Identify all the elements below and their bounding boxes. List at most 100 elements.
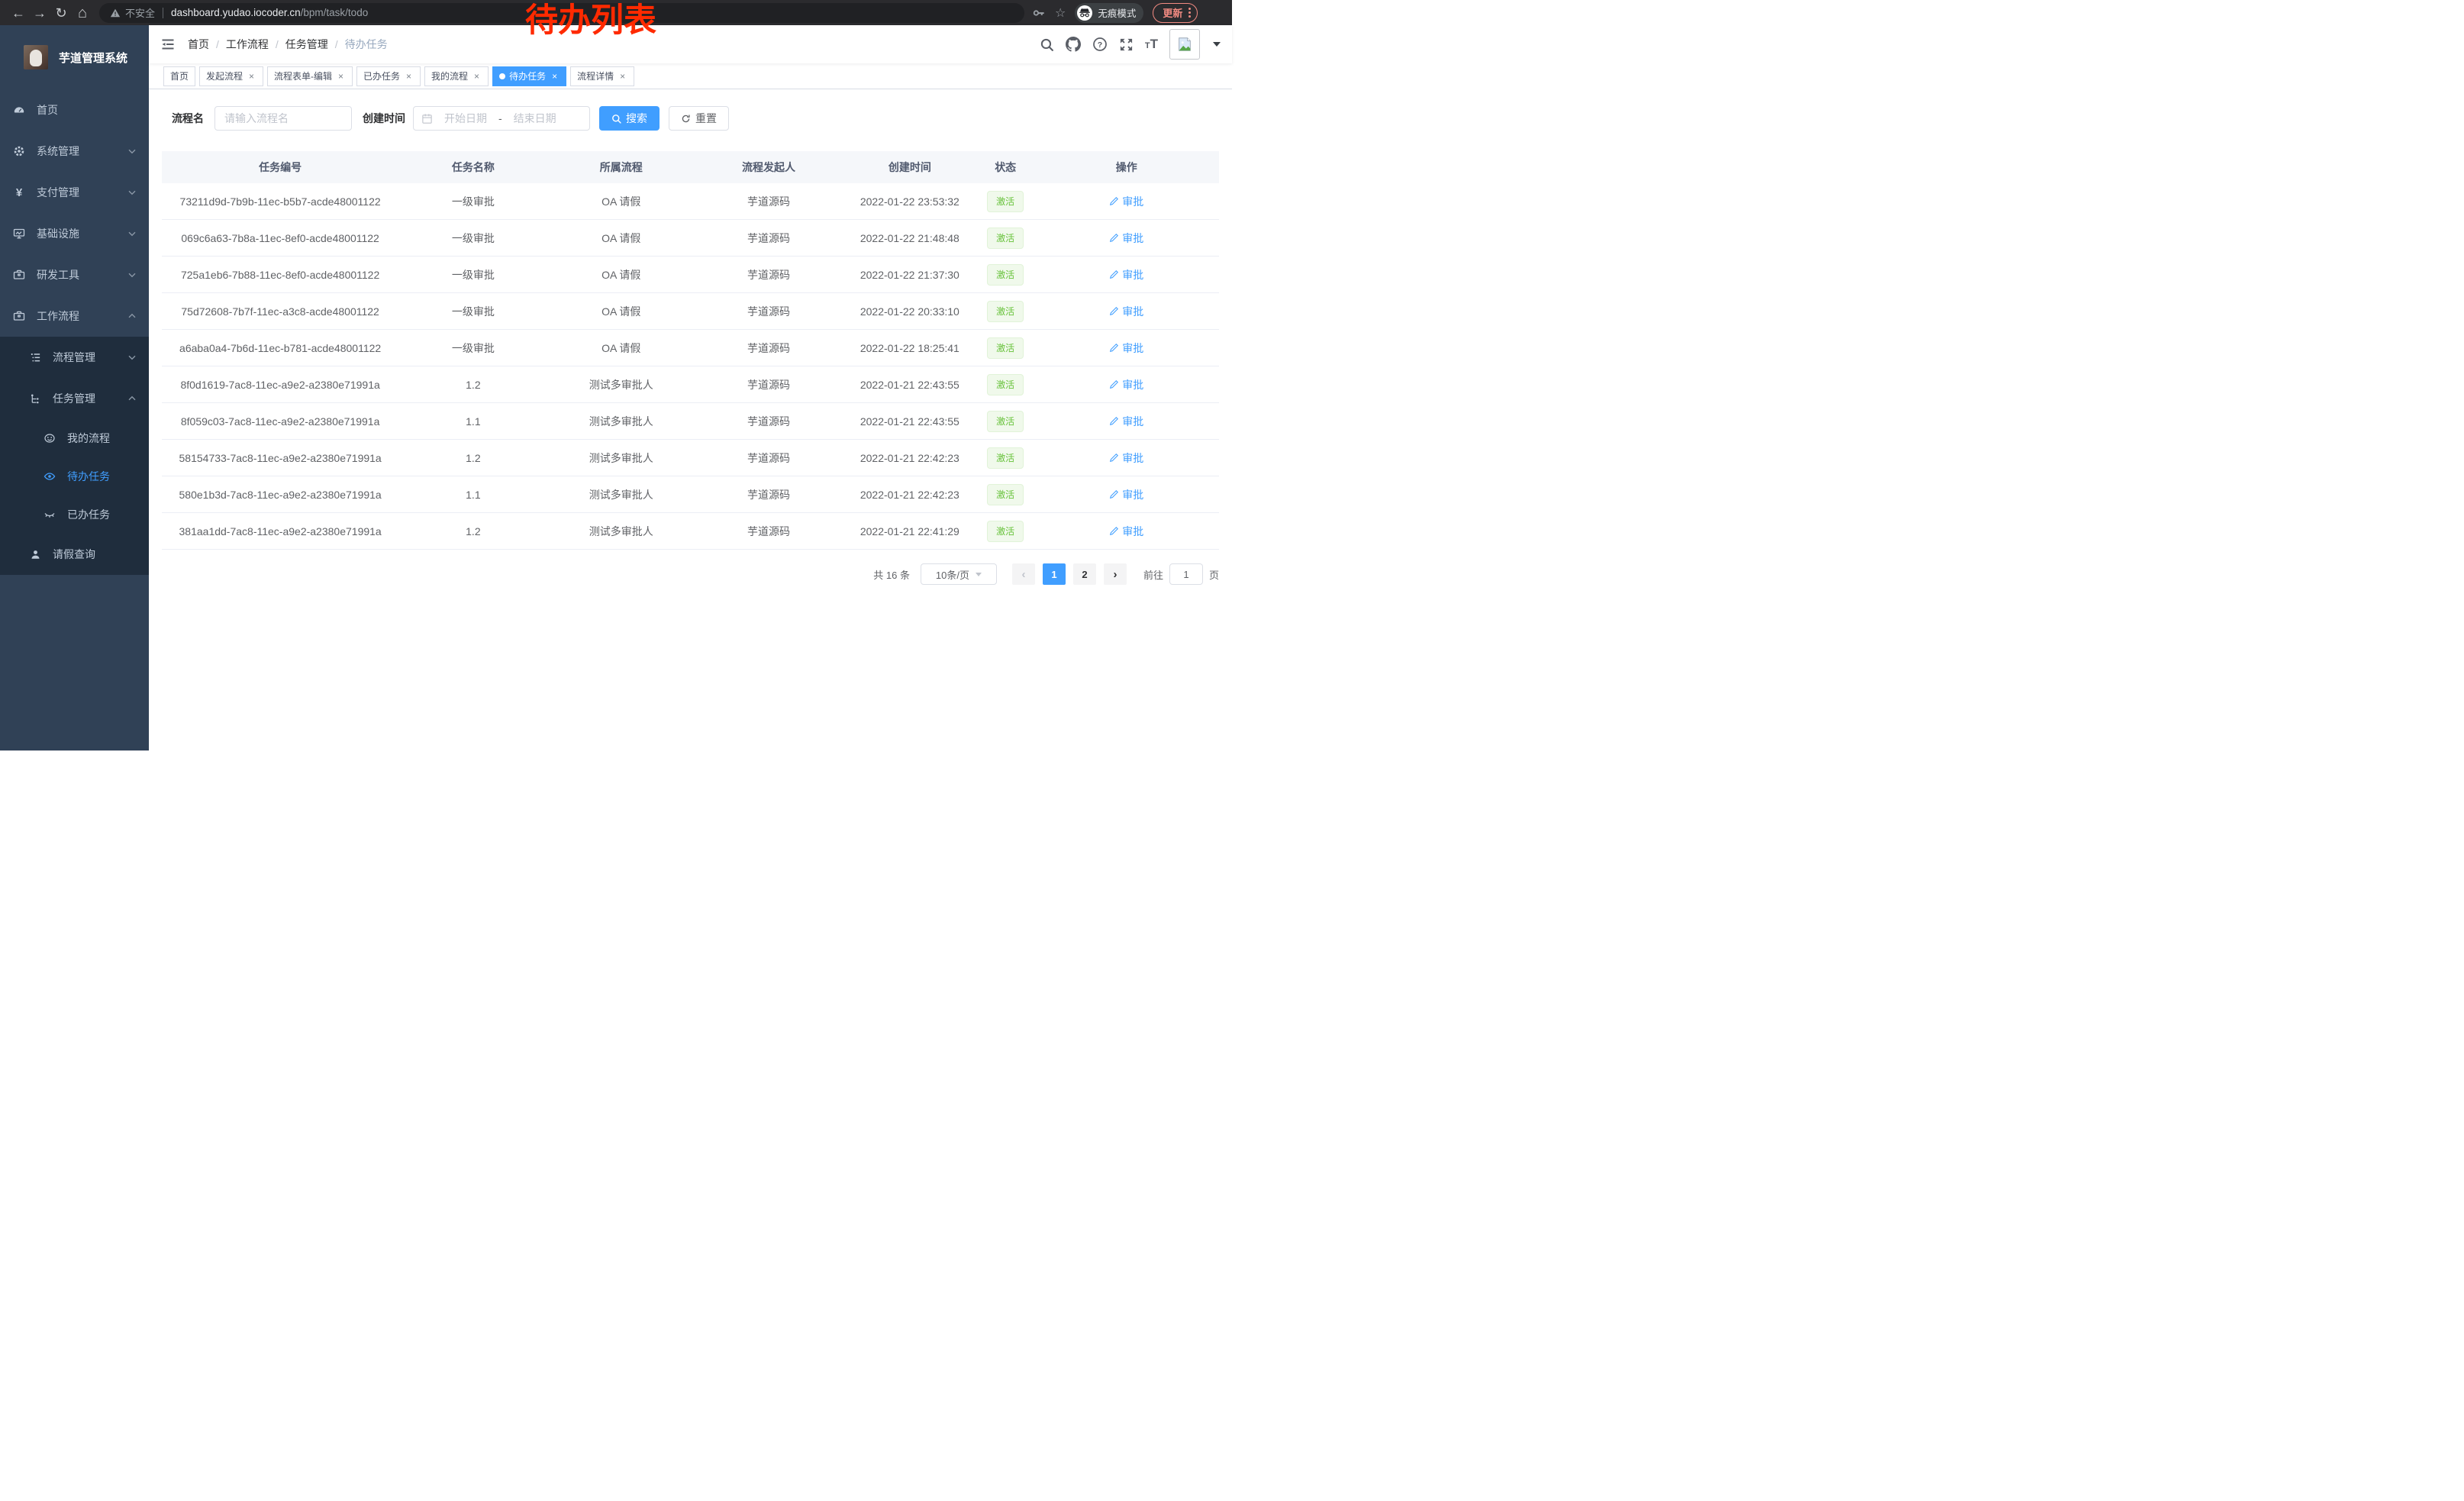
list-icon <box>29 352 41 363</box>
tab-done-tasks[interactable]: 已办任务 × <box>356 66 421 86</box>
close-icon[interactable]: × <box>404 71 414 82</box>
sidebar-item-home[interactable]: 首页 <box>0 89 149 131</box>
close-icon[interactable]: × <box>472 71 482 82</box>
col-create-time: 创建时间 <box>843 160 977 175</box>
sidebar-item-label: 我的流程 <box>67 431 110 446</box>
cell-create-time: 2022-01-21 22:43:55 <box>843 415 977 428</box>
cell-starter: 芋道源码 <box>695 231 843 246</box>
close-icon[interactable]: × <box>550 71 560 82</box>
tab-my-process[interactable]: 我的流程 × <box>424 66 489 86</box>
sidebar-item-done-tasks[interactable]: 已办任务 <box>0 495 149 534</box>
cell-create-time: 2022-01-22 18:25:41 <box>843 342 977 354</box>
browser-back-button[interactable]: ← <box>8 2 29 24</box>
page-button-2[interactable]: 2 <box>1073 563 1096 585</box>
avatar-dropdown-caret[interactable] <box>1213 42 1221 47</box>
sidebar-item-task-management[interactable]: 任务管理 <box>0 378 149 419</box>
cell-process: 测试多审批人 <box>548 450 695 466</box>
tab-todo-tasks[interactable]: 待办任务 × <box>492 66 566 86</box>
end-date-input[interactable] <box>507 112 563 124</box>
page-size-select[interactable]: 10条/页 <box>921 563 997 585</box>
cell-create-time: 2022-01-21 22:41:29 <box>843 525 977 537</box>
close-icon[interactable]: × <box>618 71 627 82</box>
sidebar-item-workflow[interactable]: 工作流程 <box>0 295 149 337</box>
date-range-picker[interactable]: - <box>413 106 590 131</box>
help-icon[interactable]: ? <box>1092 37 1108 52</box>
chevron-down-icon <box>127 270 137 279</box>
font-size-icon[interactable]: TT <box>1145 37 1158 52</box>
approve-button[interactable]: 审批 <box>1109 304 1143 319</box>
sidebar-item-infrastructure[interactable]: 基础设施 <box>0 213 149 254</box>
not-secure-warning-icon[interactable] <box>110 8 121 18</box>
col-status: 状态 <box>977 160 1034 175</box>
approve-button[interactable]: 审批 <box>1109 341 1143 356</box>
start-date-input[interactable] <box>437 112 494 124</box>
breadcrumb: 首页 / 工作流程 / 任务管理 / 待办任务 <box>188 37 388 52</box>
close-icon[interactable]: × <box>336 71 346 82</box>
tab-home[interactable]: 首页 <box>163 66 195 86</box>
close-icon[interactable]: × <box>247 71 256 82</box>
approve-button[interactable]: 审批 <box>1109 377 1143 392</box>
approve-button[interactable]: 审批 <box>1109 487 1143 502</box>
cell-task-name: 一级审批 <box>398 341 547 356</box>
sidebar-item-label: 研发工具 <box>37 267 79 282</box>
search-button[interactable]: 搜索 <box>599 106 660 131</box>
fullscreen-icon[interactable] <box>1119 37 1134 52</box>
approve-button[interactable]: 审批 <box>1109 194 1143 209</box>
sidebar-item-payment[interactable]: ¥ 支付管理 <box>0 172 149 213</box>
breadcrumb-workflow[interactable]: 工作流程 <box>226 37 269 52</box>
tab-label: 流程表单-编辑 <box>274 69 332 82</box>
bookmark-star-icon[interactable]: ☆ <box>1055 5 1066 21</box>
approve-button[interactable]: 审批 <box>1109 450 1143 466</box>
tab-process-detail[interactable]: 流程详情 × <box>570 66 634 86</box>
approve-button[interactable]: 审批 <box>1109 414 1143 429</box>
prev-page-button[interactable]: ‹ <box>1012 563 1035 585</box>
sidebar-item-todo-tasks[interactable]: 待办任务 <box>0 457 149 495</box>
sidebar-item-leave-query[interactable]: 请假查询 <box>0 534 149 575</box>
cell-process: OA 请假 <box>548 304 695 319</box>
goto-page-input[interactable] <box>1169 563 1203 585</box>
tab-process-form-edit[interactable]: 流程表单-编辑 × <box>267 66 353 86</box>
col-process: 所属流程 <box>548 160 695 175</box>
reset-button[interactable]: 重置 <box>669 106 729 131</box>
sidebar-item-dev-tools[interactable]: 研发工具 <box>0 254 149 295</box>
dashboard-icon <box>13 104 25 116</box>
sidebar-collapse-button[interactable] <box>160 37 176 52</box>
cell-starter: 芋道源码 <box>695 414 843 429</box>
sidebar-item-my-process[interactable]: 我的流程 <box>0 419 149 457</box>
breadcrumb-home[interactable]: 首页 <box>188 37 209 52</box>
sidebar-item-label: 已办任务 <box>67 507 110 522</box>
status-badge: 激活 <box>987 521 1024 542</box>
sidebar-item-process-management[interactable]: 流程管理 <box>0 337 149 378</box>
browser-forward-button[interactable]: → <box>29 2 50 24</box>
breadcrumb-task-management[interactable]: 任务管理 <box>285 37 328 52</box>
sidebar-item-system[interactable]: 系统管理 <box>0 131 149 172</box>
next-page-button[interactable]: › <box>1104 563 1127 585</box>
header-search-icon[interactable] <box>1040 37 1054 52</box>
browser-reload-button[interactable]: ↻ <box>50 2 72 24</box>
sidebar-item-label: 任务管理 <box>53 391 95 406</box>
password-key-icon[interactable] <box>1032 6 1046 20</box>
approve-button[interactable]: 审批 <box>1109 524 1143 539</box>
reset-button-label: 重置 <box>695 111 717 126</box>
security-warning-label[interactable]: 不安全 <box>125 5 155 20</box>
pagination: 共 16 条 10条/页 ‹ 1 2 › 前往 页 <box>162 563 1219 608</box>
person-icon <box>29 549 41 560</box>
approve-button[interactable]: 审批 <box>1109 267 1143 282</box>
github-icon[interactable] <box>1066 37 1081 52</box>
avatar[interactable] <box>1169 29 1200 60</box>
pencil-icon <box>1109 489 1119 499</box>
sidebar: 芋道管理系统 首页 系统管理 ¥ 支付管理 <box>0 25 149 750</box>
browser-home-button[interactable]: ⌂ <box>72 2 93 24</box>
cell-task-id: 381aa1dd-7ac8-11ec-a9e2-a2380e71991a <box>162 525 398 537</box>
tab-start-process[interactable]: 发起流程 × <box>199 66 263 86</box>
cell-starter: 芋道源码 <box>695 341 843 356</box>
browser-menu-icon[interactable] <box>1188 8 1191 18</box>
process-name-input[interactable] <box>214 106 352 131</box>
browser-update-button[interactable]: 更新 <box>1153 3 1198 23</box>
cell-task-id: 75d72608-7b7f-11ec-a3c8-acde48001122 <box>162 305 398 318</box>
page-content: 流程名 创建时间 - 搜索 重置 <box>149 89 1232 750</box>
forward-icon: → <box>33 6 47 20</box>
page-button-1[interactable]: 1 <box>1043 563 1066 585</box>
approve-button[interactable]: 审批 <box>1109 231 1143 246</box>
app-logo[interactable]: 芋道管理系统 <box>0 25 149 89</box>
